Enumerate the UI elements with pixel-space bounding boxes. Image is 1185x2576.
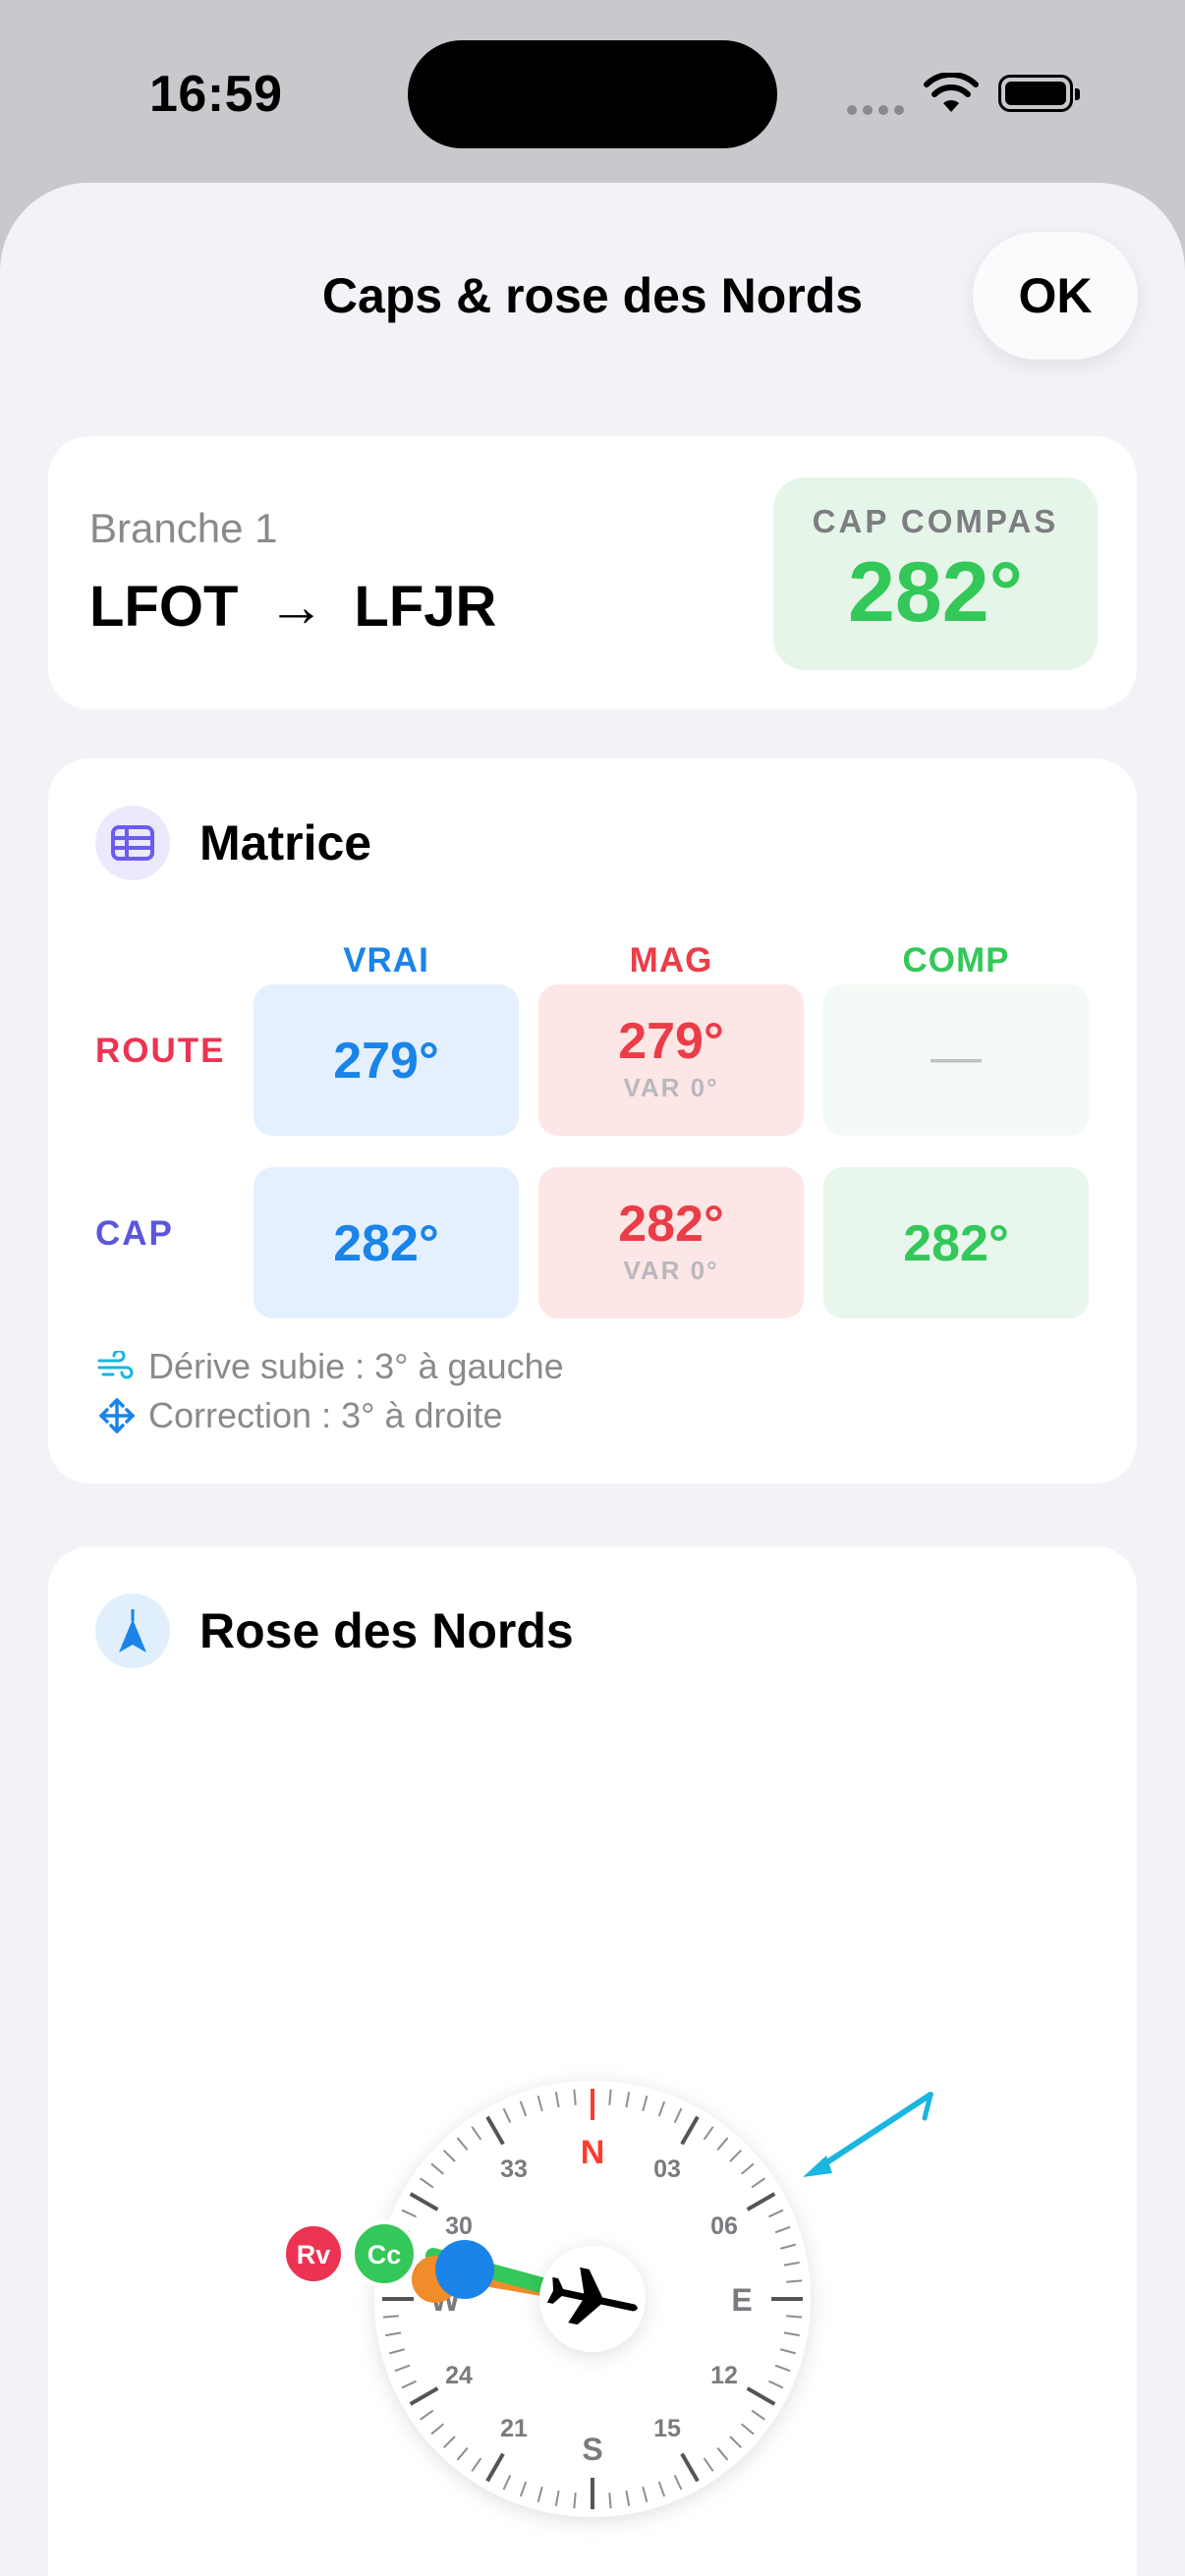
route-vrai-value: 279° xyxy=(333,1033,439,1090)
route-mag-var: VAR 0° xyxy=(623,1073,719,1102)
tick-label-21: 21 xyxy=(500,2415,528,2442)
battery-icon xyxy=(998,75,1080,112)
status-bar: 16:59 xyxy=(0,0,1185,187)
compass-tick xyxy=(786,2279,803,2283)
cardinal-south: S xyxy=(582,2432,602,2467)
wifi-icon xyxy=(924,73,979,112)
leg-to: LFJR xyxy=(354,575,497,639)
wind-icon xyxy=(97,1351,134,1379)
cell-cap-comp: 282° xyxy=(823,1167,1089,1318)
dynamic-island xyxy=(408,40,777,148)
row-header-route: ROUTE xyxy=(95,1032,226,1070)
cap-vrai-value: 282° xyxy=(333,1215,439,1272)
drift-note: Dérive subie : 3° à gauche xyxy=(95,1346,564,1387)
cell-cap-mag: 282° VAR 0° xyxy=(538,1167,804,1318)
row-header-cap: CAP xyxy=(95,1214,174,1253)
route-mag-value: 279° xyxy=(618,1013,724,1070)
table-icon xyxy=(95,806,170,880)
branch-label: Branche 1 xyxy=(89,505,278,551)
cell-route-comp: — xyxy=(823,984,1089,1136)
route-comp-value: — xyxy=(931,1029,982,1086)
leg-from: LFOT xyxy=(89,575,239,639)
signal-dots-icon xyxy=(847,102,910,120)
compass-tick xyxy=(573,2089,577,2105)
cc-marker-label: Cc xyxy=(367,2240,402,2269)
compass-tick xyxy=(608,2492,612,2509)
tick-label-15: 15 xyxy=(653,2415,681,2442)
column-header-vrai: VRAI xyxy=(343,941,429,980)
compass-tick xyxy=(573,2492,577,2509)
matrix-header: Matrice xyxy=(95,806,371,880)
cap-comp-value: 282° xyxy=(903,1215,1009,1272)
cap-mag-value: 282° xyxy=(618,1196,724,1253)
cc-marker: Cc xyxy=(351,2220,418,2287)
cardinal-east: E xyxy=(731,2282,752,2318)
arrow-right-icon: → xyxy=(267,575,325,639)
vrai-marker xyxy=(435,2240,494,2299)
cell-cap-vrai: 282° xyxy=(254,1167,519,1318)
compass-tick xyxy=(382,2315,399,2319)
status-time: 16:59 xyxy=(149,66,283,123)
leg-card: Branche 1 LFOT → LFJR CAP COMPAS 282° xyxy=(48,436,1137,709)
compass-heading-value: 282° xyxy=(848,545,1023,640)
compass-tick xyxy=(786,2315,803,2319)
cell-route-vrai: 279° xyxy=(254,984,519,1136)
tick-label-30: 30 xyxy=(445,2212,473,2240)
tick-label-33: 33 xyxy=(500,2156,528,2183)
cell-route-mag: 279° VAR 0° xyxy=(538,984,804,1136)
compass-heading-box: CAP COMPAS 282° xyxy=(773,477,1098,670)
correction-note: Correction : 3° à droite xyxy=(95,1395,503,1436)
cardinal-north: N xyxy=(581,2134,605,2171)
tick-label-03: 03 xyxy=(653,2156,681,2183)
modal-sheet: Caps & rose des Nords OK Branche 1 LFOT … xyxy=(0,183,1185,2576)
matrix-title: Matrice xyxy=(199,815,372,870)
ok-button[interactable]: OK xyxy=(973,232,1138,360)
rose-card: Rose des Nords 03 06 12 15 21 24 30 33 N… xyxy=(48,1546,1137,2576)
move-arrows-icon xyxy=(99,1398,135,1433)
leg-route: LFOT → LFJR xyxy=(89,574,496,640)
drift-text: Dérive subie : 3° à gauche xyxy=(148,1346,564,1386)
compass-tick xyxy=(608,2089,612,2105)
matrix-card: Matrice VRAI MAG COMP ROUTE 279° 279° VA… xyxy=(48,758,1137,1484)
cap-mag-var: VAR 0° xyxy=(623,1256,719,1285)
rv-marker-label: Rv xyxy=(297,2240,331,2269)
rv-marker: Rv xyxy=(282,2222,345,2285)
wind-arrow-icon xyxy=(803,2092,933,2177)
column-header-mag: MAG xyxy=(629,941,713,980)
tick-label-24: 24 xyxy=(445,2362,473,2389)
column-header-comp: COMP xyxy=(902,941,1010,980)
compass-rose: 03 06 12 15 21 24 30 33 N E S W xyxy=(282,2081,933,2517)
tick-label-06: 06 xyxy=(710,2212,738,2240)
correction-text: Correction : 3° à droite xyxy=(148,1395,503,1435)
compass-heading-label: CAP COMPAS xyxy=(812,503,1059,539)
tick-label-12: 12 xyxy=(710,2362,738,2389)
